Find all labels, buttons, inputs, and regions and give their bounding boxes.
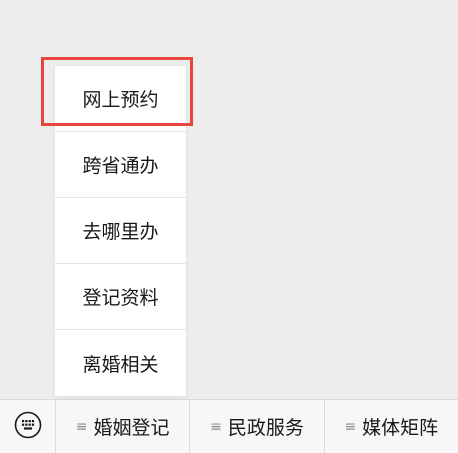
menu-tab-media-matrix[interactable]: ≡ 媒体矩阵 xyxy=(325,400,458,453)
menu-lines-icon: ≡ xyxy=(210,418,222,435)
keyboard-icon xyxy=(14,411,42,443)
submenu-item-label: 离婚相关 xyxy=(82,353,159,376)
menu-tab-label: 民政服务 xyxy=(227,417,304,439)
menu-lines-icon: ≡ xyxy=(75,418,88,435)
submenu-item-label: 登记资料 xyxy=(82,287,159,309)
submenu-item-online-appointment[interactable]: 网上预约 xyxy=(55,66,186,132)
submenu-item-label: 跨省通办 xyxy=(82,155,159,177)
menu-tab-label: 婚姻登记 xyxy=(93,417,170,439)
submenu-item-label: 网上预约 xyxy=(82,89,159,111)
menu-tab-label: 媒体矩阵 xyxy=(362,417,439,439)
menu-tab-marriage-registration[interactable]: ≡ 婚姻登记 xyxy=(56,400,191,453)
keyboard-toggle-button[interactable] xyxy=(0,400,56,453)
submenu-item-where-to-go[interactable]: 去哪里办 xyxy=(55,198,186,264)
menu-tab-civil-services[interactable]: ≡ 民政服务 xyxy=(190,400,325,453)
submenu-item-label: 去哪里办 xyxy=(82,221,159,243)
submenu-item-divorce-related[interactable]: 离婚相关 xyxy=(55,330,186,396)
submenu-item-registration-materials[interactable]: 登记资料 xyxy=(55,264,186,330)
submenu-popup: 网上预约 跨省通办 去哪里办 登记资料 离婚相关 xyxy=(55,66,186,396)
submenu-item-cross-province[interactable]: 跨省通办 xyxy=(55,132,186,198)
bottom-menu-bar: ≡ 婚姻登记 ≡ 民政服务 ≡ 媒体矩阵 xyxy=(0,399,458,453)
menu-lines-icon: ≡ xyxy=(344,418,357,435)
